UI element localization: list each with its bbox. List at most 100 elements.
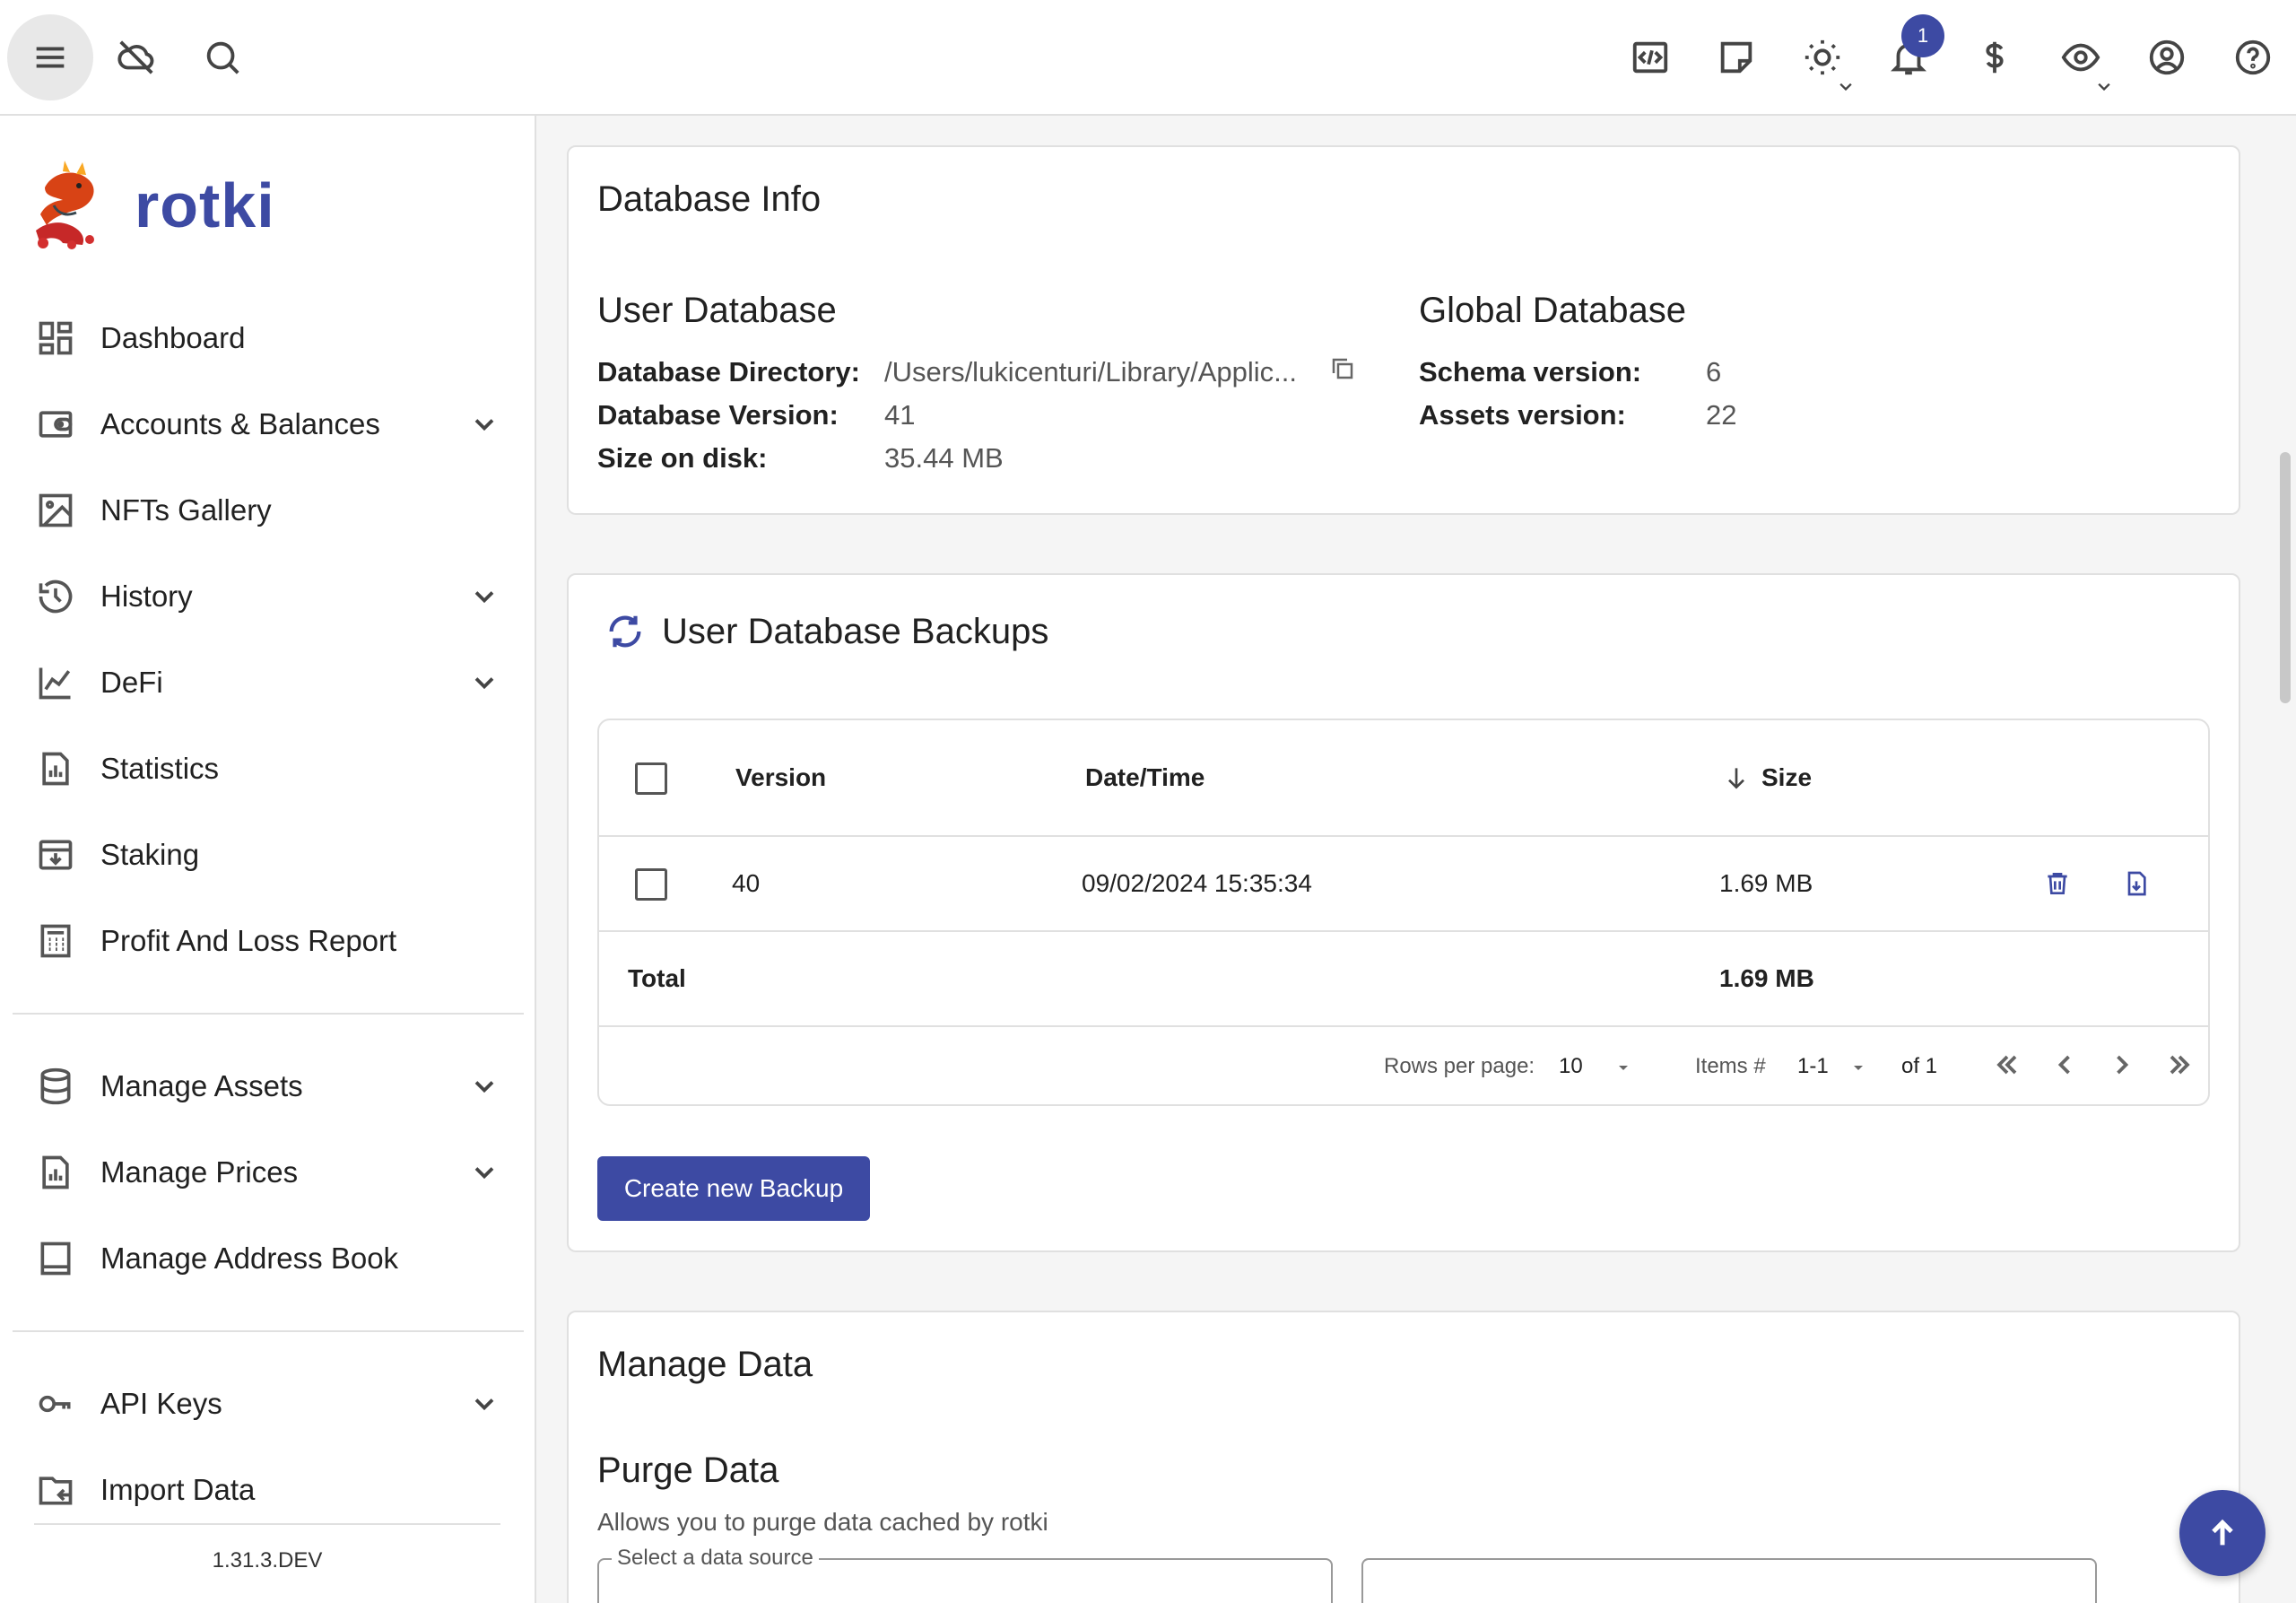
section-heading: Global Database	[1419, 291, 1686, 330]
table-header: Version Date/Time Size	[599, 720, 2208, 837]
dashboard-icon	[36, 318, 75, 358]
sidebar-item-statistics[interactable]: Statistics	[0, 726, 536, 812]
kv-value: 41	[884, 399, 916, 431]
rows-per-page-select[interactable]: 10	[1559, 1054, 1583, 1079]
sun-icon[interactable]	[1779, 14, 1866, 100]
caret-down-icon[interactable]	[1848, 1057, 1869, 1078]
search-icon[interactable]	[179, 14, 265, 100]
card-title: User Database Backups	[662, 611, 1049, 651]
book-icon	[36, 1239, 75, 1278]
dollar-icon[interactable]	[1952, 14, 2038, 100]
assets-version-row: Assets version: 22	[1419, 394, 2136, 437]
brand[interactable]: rotki	[27, 161, 275, 250]
arrow-down-icon[interactable]	[1722, 763, 1751, 792]
chevron-down-icon[interactable]	[468, 1388, 500, 1420]
sidebar-item-accounts-balances[interactable]: Accounts & Balances	[0, 381, 536, 467]
help-icon[interactable]	[2210, 14, 2296, 100]
create-backup-button[interactable]: Create new Backup	[597, 1156, 870, 1221]
sidebar-item-api-keys[interactable]: API Keys	[0, 1361, 536, 1447]
data-source-select[interactable]: Select a data source	[597, 1546, 1333, 1603]
wallet-icon	[36, 405, 75, 444]
sidebar-nav: Dashboard Accounts & Balances NFTs Galle…	[0, 295, 536, 1533]
sidebar-item-dashboard[interactable]: Dashboard	[0, 295, 536, 381]
scroll-to-top-button[interactable]	[2179, 1490, 2266, 1576]
sticky-note-icon[interactable]	[1693, 14, 1779, 100]
image-icon	[36, 491, 75, 530]
caret-down-icon[interactable]	[1613, 1057, 1634, 1078]
refresh-icon[interactable]	[604, 611, 646, 652]
sidebar-item-label: Manage Address Book	[100, 1241, 399, 1275]
sidebar-item-label: History	[100, 579, 193, 613]
notification-badge: 1	[1901, 14, 1944, 57]
sidebar-item-history[interactable]: History	[0, 553, 536, 640]
sidebar-item-manage-assets[interactable]: Manage Assets	[0, 1043, 536, 1129]
delete-icon[interactable]	[2043, 869, 2072, 902]
chevron-down-icon[interactable]	[468, 666, 500, 699]
manage-data-card: Manage Data Purge Data Allows you to pur…	[567, 1311, 2240, 1603]
sidebar-item-label: Dashboard	[100, 321, 246, 354]
global-database-section: Global Database Schema version: 6 Assets…	[1419, 291, 2136, 437]
cloud-off-icon[interactable]	[93, 14, 179, 100]
archive-icon	[36, 835, 75, 875]
kv-value: 35.44 MB	[884, 442, 1004, 474]
database-directory-value: /Users/lukicenturi/Library/Applic...	[884, 356, 1297, 388]
eye-icon[interactable]	[2038, 14, 2124, 100]
sidebar-item-label: Profit And Loss Report	[100, 924, 397, 957]
database-version-row: Database Version: 41	[597, 394, 1405, 437]
prev-page-icon[interactable]	[2048, 1049, 2081, 1085]
menu-icon[interactable]	[7, 13, 93, 100]
chevron-down-icon[interactable]	[468, 1156, 500, 1189]
rotki-logo	[36, 161, 94, 249]
code-icon[interactable]	[1607, 14, 1693, 100]
sidebar-item-staking[interactable]: Staking	[0, 812, 536, 898]
sidebar-item-profit-loss-report[interactable]: Profit And Loss Report	[0, 898, 536, 984]
bell-icon[interactable]: 1	[1866, 14, 1952, 100]
column-datetime[interactable]: Date/Time	[1085, 763, 1205, 792]
card-title: Manage Data	[597, 1345, 813, 1384]
rows-per-page-label: Rows per page:	[1384, 1054, 1535, 1078]
sidebar-divider	[13, 1330, 524, 1332]
user-database-section: User Database Database Directory: /Users…	[597, 291, 1405, 480]
select-all-checkbox[interactable]	[635, 762, 667, 795]
row-checkbox[interactable]	[635, 868, 667, 901]
total-value: 1.69 MB	[1719, 964, 1814, 992]
sidebar-item-nfts-gallery[interactable]: NFTs Gallery	[0, 467, 536, 553]
chevron-down-icon[interactable]	[468, 1070, 500, 1102]
sidebar: rotki Dashboard Accounts & Balances NFTs…	[0, 116, 536, 1603]
sidebar-item-manage-address-book[interactable]: Manage Address Book	[0, 1215, 536, 1302]
scrollbar[interactable]	[2280, 452, 2291, 703]
account-icon[interactable]	[2124, 14, 2210, 100]
arrow-up-icon	[2212, 1519, 2233, 1546]
sidebar-item-label: Manage Assets	[100, 1069, 303, 1102]
sidebar-item-defi[interactable]: DeFi	[0, 640, 536, 726]
sidebar-item-import-data[interactable]: Import Data	[0, 1447, 536, 1533]
kv-value: 22	[1706, 399, 1737, 431]
next-page-icon[interactable]	[2106, 1049, 2138, 1085]
last-page-icon[interactable]	[2163, 1049, 2196, 1085]
kv-label: Database Version:	[597, 399, 839, 431]
chevron-down-icon[interactable]	[468, 580, 500, 613]
calculator-icon	[36, 921, 75, 961]
kv-label: Database Directory:	[597, 356, 860, 388]
chevron-down-icon[interactable]	[468, 408, 500, 440]
total-label: Total	[628, 964, 686, 992]
total-pages: of 1	[1901, 1054, 1938, 1078]
app-bar: 1	[0, 0, 2296, 116]
items-label: Items #	[1695, 1054, 1766, 1078]
column-version[interactable]: Version	[735, 763, 826, 792]
column-size[interactable]: Size	[1761, 763, 1812, 792]
database-icon	[36, 1067, 75, 1106]
row-version: 40	[732, 869, 761, 897]
first-page-icon[interactable]	[1991, 1049, 2023, 1085]
copy-icon[interactable]	[1329, 355, 1356, 389]
app-bar-left	[0, 13, 265, 100]
download-icon[interactable]	[2122, 869, 2151, 902]
row-datetime: 09/02/2024 15:35:34	[1082, 869, 1312, 897]
sidebar-item-manage-prices[interactable]: Manage Prices	[0, 1129, 536, 1215]
items-range-select[interactable]: 1-1	[1797, 1054, 1829, 1079]
secondary-select[interactable]	[1361, 1558, 2097, 1603]
backups-header: User Database Backups	[604, 611, 1048, 652]
sidebar-item-label: Staking	[100, 838, 200, 871]
backups-card: User Database Backups Version Date/Time …	[567, 573, 2240, 1252]
sidebar-item-label: Manage Prices	[100, 1155, 299, 1189]
